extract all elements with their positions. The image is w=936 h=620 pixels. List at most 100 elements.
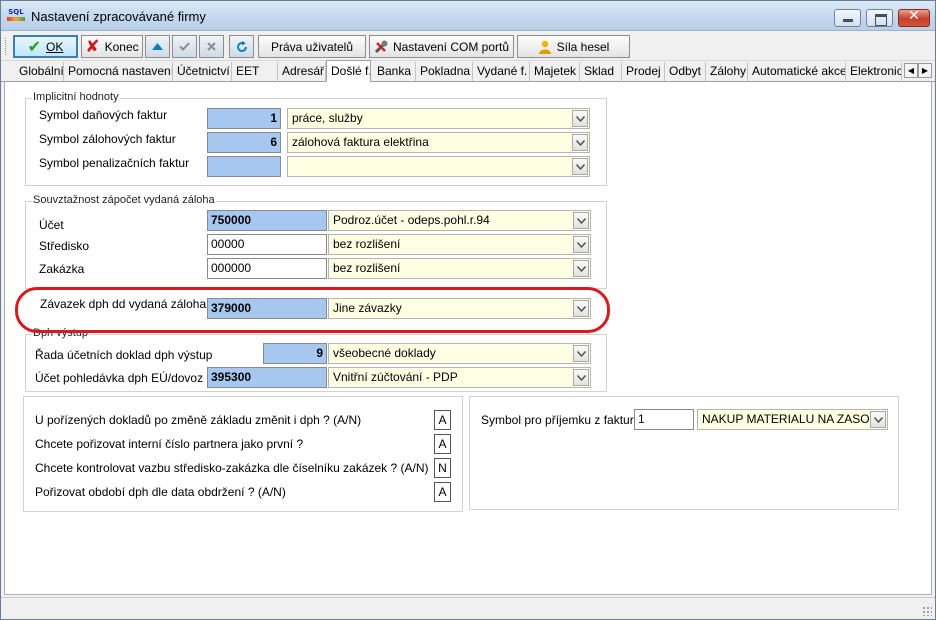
com-ports-label: Nastavení COM portů	[392, 39, 510, 54]
status-bar	[1, 597, 935, 619]
ucet-pohledavka-input[interactable]: 395300	[207, 367, 327, 388]
select-value: bez rozlišení	[333, 237, 401, 251]
refresh-button[interactable]	[229, 35, 254, 58]
group-title: Souvztažnost zápočet vydaná záloha	[32, 194, 216, 206]
tab-globalni[interactable]: Globální	[15, 62, 64, 82]
close-icon: ✕	[908, 8, 920, 24]
ok-label: OK	[46, 39, 64, 54]
ucet-input[interactable]: 750000	[207, 210, 327, 231]
title-bar[interactable]: SQL Nastavení zpracovávané firmy ✕	[1, 1, 935, 31]
tab-adresar[interactable]: Adresář	[278, 62, 326, 82]
tab-elektronicka[interactable]: Elektronick	[846, 62, 902, 82]
maximize-button[interactable]	[866, 9, 893, 27]
select-value: všeobecné doklady	[333, 346, 436, 360]
symbol-penalizacnich-input[interactable]	[207, 156, 281, 177]
symbol-penalizacnich-select[interactable]	[287, 156, 590, 177]
ok-button[interactable]: ✔ OK	[13, 35, 78, 58]
cross-icon: ✘	[85, 36, 100, 57]
konec-button[interactable]: ✘ Konec	[81, 35, 143, 58]
ucet-select[interactable]: Podroz.účet - odeps.pohl.r.94	[328, 210, 591, 231]
tab-pomocna-nastaveni[interactable]: Pomocná nastavení	[64, 62, 173, 82]
zakazka-input[interactable]: 000000	[207, 258, 327, 279]
question-answer-input[interactable]: A	[434, 482, 451, 502]
tab-strip: Globální Pomocná nastavení Účetnictví EE…	[1, 60, 935, 83]
red-highlight-ellipse	[15, 287, 610, 333]
rada-dph-input[interactable]: 9	[263, 343, 327, 364]
chevron-down-icon[interactable]	[572, 134, 588, 151]
field-label: Symbol penalizačních faktur	[39, 156, 190, 170]
password-strength-label: Síla hesel	[556, 39, 610, 54]
triangle-up-icon	[152, 43, 163, 50]
tab-dosle-f[interactable]: Došlé f.	[326, 60, 371, 83]
zakazka-select[interactable]: bez rozlišení	[328, 258, 591, 279]
confirm-record-button[interactable]	[172, 35, 197, 58]
field-label: Středisko	[39, 239, 90, 253]
settings-window: SQL Nastavení zpracovávané firmy ✕ ✔ OK …	[0, 0, 936, 620]
user-icon	[538, 40, 551, 54]
chevron-down-icon[interactable]	[573, 212, 589, 229]
user-rights-label: Práva uživatelů	[270, 39, 354, 54]
chevron-down-icon[interactable]	[573, 260, 589, 277]
checkmark-icon: ✔	[27, 37, 42, 56]
tab-scroll-left-icon[interactable]: ◀	[904, 63, 918, 78]
select-value: NAKUP MATERIALU NA ZASOBY	[702, 412, 886, 426]
question-answer-input[interactable]: A	[434, 410, 451, 430]
prijemka-symbol-input[interactable]: 1	[634, 409, 694, 430]
tab-pokladna[interactable]: Pokladna	[416, 62, 473, 82]
select-value: bez rozlišení	[333, 261, 401, 275]
tab-ucetnictvi[interactable]: Účetnictví	[173, 62, 232, 82]
field-label: Symbol zálohových faktur	[39, 132, 176, 146]
close-button[interactable]: ✕	[898, 8, 930, 27]
tab-zalohy[interactable]: Zálohy	[706, 62, 748, 82]
stredisko-input[interactable]: 00000	[207, 234, 327, 255]
tab-banka[interactable]: Banka	[373, 62, 416, 82]
tab-prodej[interactable]: Prodej	[622, 62, 665, 82]
symbol-zalohovych-select[interactable]: zálohová faktura elektřina	[287, 132, 590, 153]
field-label: Zakázka	[39, 262, 85, 276]
tab-odbyt[interactable]: Odbyt	[665, 62, 706, 82]
tab-eet[interactable]: EET	[232, 62, 278, 82]
chevron-down-icon[interactable]	[572, 110, 588, 127]
tab-scroll-right-icon[interactable]: ▶	[918, 63, 932, 78]
rada-dph-select[interactable]: všeobecné doklady	[328, 343, 591, 364]
user-rights-button[interactable]: Práva uživatelů	[258, 35, 366, 58]
question-text: U pořízených dokladů po změně základu zm…	[35, 413, 362, 427]
stredisko-select[interactable]: bez rozlišení	[328, 234, 591, 255]
password-strength-button[interactable]: Síla hesel	[517, 35, 630, 58]
toolbar-grip[interactable]	[5, 38, 8, 55]
chevron-down-icon[interactable]	[573, 236, 589, 253]
chevron-down-icon[interactable]	[572, 158, 588, 175]
question-answer-input[interactable]: N	[434, 458, 451, 478]
minimize-button[interactable]	[834, 9, 861, 27]
chevron-down-icon[interactable]	[573, 345, 589, 362]
group-title: Implicitní hodnoty	[32, 91, 120, 103]
cancel-record-button[interactable]	[199, 35, 224, 58]
tools-icon	[374, 40, 388, 53]
app-logo-icon: SQL	[7, 8, 25, 25]
chevron-down-icon[interactable]	[870, 411, 886, 428]
konec-label: Konec	[104, 39, 139, 54]
prijemka-select[interactable]: NAKUP MATERIALU NA ZASOBY	[697, 409, 888, 430]
select-value: práce, služby	[292, 111, 363, 125]
tab-vydane-f[interactable]: Vydané f.	[473, 62, 530, 82]
symbol-zalohovych-input[interactable]: 6	[207, 132, 281, 153]
previous-record-button[interactable]	[145, 35, 170, 58]
select-value: zálohová faktura elektřina	[292, 135, 429, 149]
window-title: Nastavení zpracovávané firmy	[31, 9, 206, 24]
resize-grip-icon[interactable]	[922, 606, 932, 616]
symbol-danovych-input[interactable]: 1	[207, 108, 281, 129]
chevron-down-icon[interactable]	[573, 369, 589, 386]
check-disabled-icon	[179, 42, 190, 51]
field-label: Symbol daňových faktur	[39, 108, 168, 122]
tab-sklad[interactable]: Sklad	[580, 62, 622, 82]
com-ports-button[interactable]: Nastavení COM portů	[369, 35, 514, 58]
tab-automaticke-akce[interactable]: Automatické akce	[748, 62, 846, 82]
x-disabled-icon	[207, 42, 216, 51]
symbol-danovych-select[interactable]: práce, služby	[287, 108, 590, 129]
tab-majetek[interactable]: Majetek	[530, 62, 580, 82]
question-answer-input[interactable]: A	[434, 434, 451, 454]
select-value: Vnitřní zúčtování - PDP	[333, 370, 458, 384]
question-text: Chcete kontrolovat vazbu středisko-zakáz…	[35, 461, 429, 475]
field-label: Účet	[39, 218, 64, 232]
ucet-pohledavka-select[interactable]: Vnitřní zúčtování - PDP	[328, 367, 591, 388]
